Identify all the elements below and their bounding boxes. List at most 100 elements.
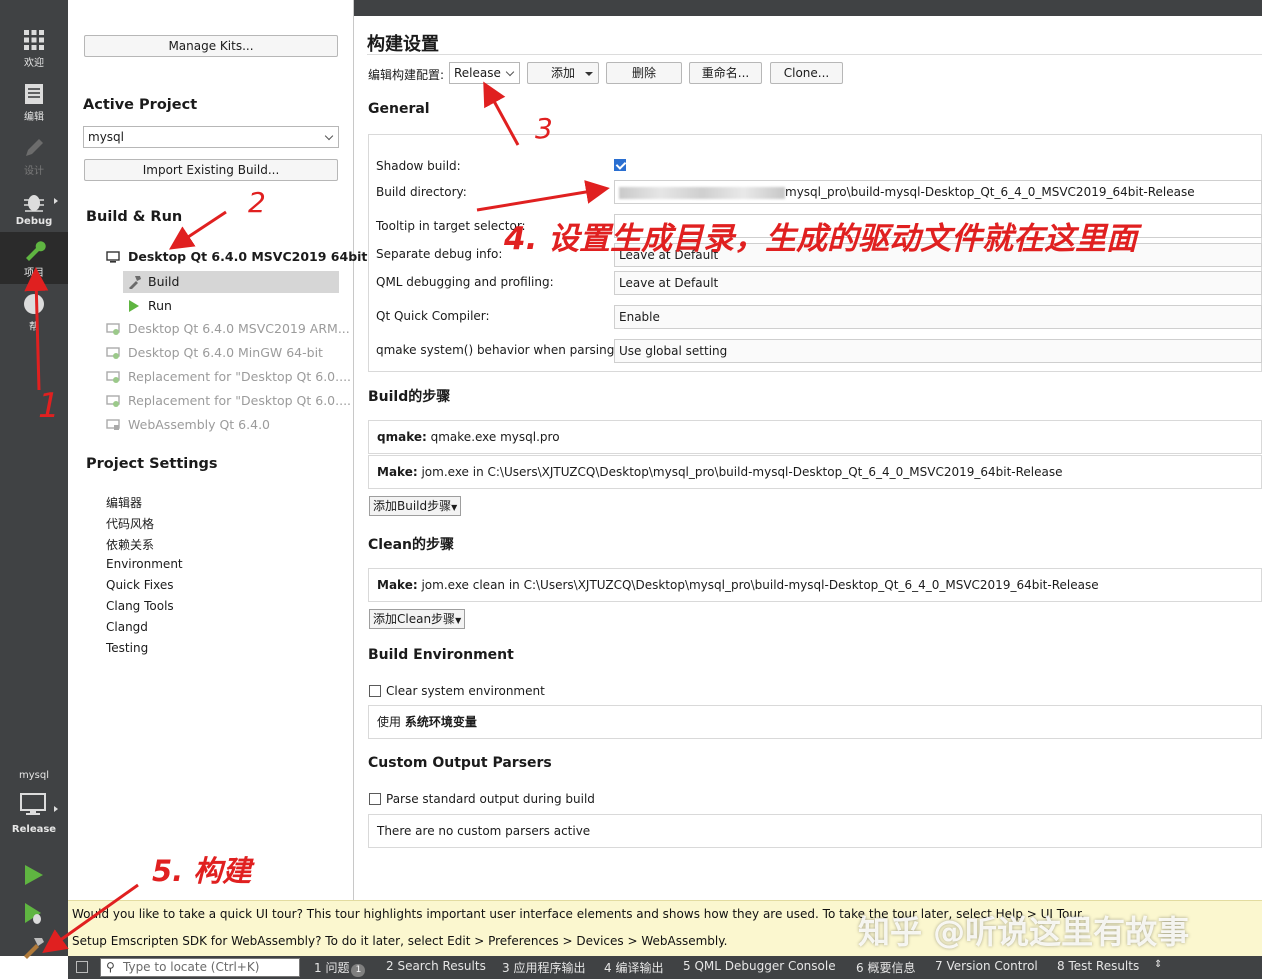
build-steps-title: Build的步骤 xyxy=(368,389,451,405)
mode-welcome-label: 欢迎 xyxy=(24,58,44,69)
shadow-build-checkbox[interactable] xyxy=(614,159,626,171)
settings-item-environment[interactable]: Environment xyxy=(106,557,183,571)
build-directory-value: mysql_pro\build-mysql-Desktop_Qt_6_4_0_M… xyxy=(785,185,1195,199)
kit-item-active[interactable]: Desktop Qt 6.4.0 MSVC2019 64bit xyxy=(106,249,367,264)
tab-test-results[interactable]: 8 Test Results xyxy=(1057,959,1139,973)
make-step[interactable]: Make: jom.exe in C:\Users\XJTUZCQ\Deskto… xyxy=(368,455,1262,489)
debug-run-icon[interactable] xyxy=(20,900,46,926)
qt-quick-compiler-select[interactable]: Enable xyxy=(614,305,1262,329)
build-config-select[interactable]: Release xyxy=(449,62,520,84)
run-label: Run xyxy=(148,298,172,313)
settings-item-clangd[interactable]: Clangd xyxy=(106,620,148,634)
tab-application-output[interactable]: 3 应用程序输出 xyxy=(502,959,585,976)
make-step-key: Make: xyxy=(377,465,418,479)
add-clean-step-button[interactable]: 添加Clean步骤▼ xyxy=(369,609,466,629)
search-icon: ⚲ xyxy=(106,960,115,974)
tab-issues[interactable]: 1 问题 1 xyxy=(314,959,366,977)
clone-config-button[interactable]: Clone... xyxy=(770,62,843,84)
project-pane: Manage Kits... Active Project mysql Impo… xyxy=(68,0,367,900)
settings-item-quick-fixes[interactable]: Quick Fixes xyxy=(106,578,173,592)
monitor-icon xyxy=(106,371,120,383)
dropdown-arrow-icon xyxy=(585,72,593,76)
locator-input[interactable]: ⚲ Type to locate (Ctrl+K) xyxy=(100,958,300,977)
kit-item-disabled[interactable]: Desktop Qt 6.4.0 MinGW 64-bit xyxy=(106,345,323,360)
status-bar: ⚲ Type to locate (Ctrl+K) 1 问题 1 2 Search… xyxy=(68,956,1262,979)
mode-welcome[interactable]: 欢迎 xyxy=(0,22,68,74)
tab-compile-output[interactable]: 4 编译输出 xyxy=(604,959,663,976)
qmake-step-key: qmake: xyxy=(377,430,427,444)
clear-environment-checkbox[interactable] xyxy=(369,685,381,697)
build-directory-label: Build directory: xyxy=(376,185,467,199)
general-title: General xyxy=(368,101,430,117)
monitor-icon xyxy=(106,347,120,359)
parse-output-checkbox[interactable] xyxy=(369,793,381,805)
custom-parsers-title: Custom Output Parsers xyxy=(368,755,552,771)
locator-placeholder: Type to locate (Ctrl+K) xyxy=(123,960,260,974)
mode-projects[interactable]: 项目 xyxy=(0,232,68,284)
mode-debug[interactable]: Debug xyxy=(0,184,68,236)
add-build-step-button[interactable]: 添加Build步骤▼ xyxy=(369,496,462,516)
kit-selector[interactable]: Release xyxy=(0,788,68,840)
run-icon[interactable] xyxy=(20,862,46,888)
kit-item-disabled[interactable]: WebAssembly Qt 6.4.0 xyxy=(106,417,270,432)
issues-count-badge: 1 xyxy=(351,964,366,977)
debug-expand-icon xyxy=(54,198,58,204)
clean-make-step[interactable]: Make: jom.exe clean in C:\Users\XJTUZCQ\… xyxy=(368,568,1262,602)
tree-item-run[interactable]: Run xyxy=(123,295,339,317)
custom-parsers-summary: There are no custom parsers active xyxy=(368,814,1262,848)
add-config-button[interactable]: 添加 xyxy=(527,62,599,84)
annotation-1: 1 xyxy=(38,386,60,426)
wrench-icon xyxy=(26,241,46,261)
kit-item-disabled[interactable]: Replacement for "Desktop Qt 6.0.... xyxy=(106,369,351,384)
settings-item-editor[interactable]: 编辑器 xyxy=(106,494,142,511)
kit-item-label: Replacement for "Desktop Qt 6.0.... xyxy=(128,369,352,384)
mode-help-label: 帮 xyxy=(29,322,39,333)
build-hammer-icon[interactable] xyxy=(20,934,46,960)
kit-expand-icon xyxy=(54,806,58,812)
mode-design[interactable]: 设计 xyxy=(0,130,68,182)
import-build-button[interactable]: Import Existing Build... xyxy=(84,159,338,181)
clean-step-key: Make: xyxy=(377,578,418,592)
annotation-3: 3 xyxy=(535,112,553,145)
more-tabs-icon[interactable]: ⇕ xyxy=(1154,959,1162,970)
delete-config-button[interactable]: 删除 xyxy=(606,62,682,84)
tree-item-build[interactable]: Build xyxy=(123,271,339,293)
kit-item-label: WebAssembly Qt 6.4.0 xyxy=(128,417,270,432)
settings-item-testing[interactable]: Testing xyxy=(106,641,148,655)
active-project-select[interactable]: mysql xyxy=(83,126,339,148)
tab-search-results[interactable]: 2 Search Results xyxy=(386,959,486,973)
mode-edit-label: 编辑 xyxy=(24,112,44,123)
qml-debug-select[interactable]: Leave at Default xyxy=(614,271,1262,295)
rename-config-button[interactable]: 重命名... xyxy=(689,62,762,84)
annotation-2: 2 xyxy=(248,186,266,219)
separate-debug-label: Separate debug info: xyxy=(376,247,503,261)
toggle-sidebar-icon[interactable] xyxy=(76,961,88,973)
help-icon xyxy=(24,294,44,314)
kit-item-label: Replacement for "Desktop Qt 6.0.... xyxy=(128,393,352,408)
kit-item-disabled[interactable]: Replacement for "Desktop Qt 6.0.... xyxy=(106,393,351,408)
mode-debug-label: Debug xyxy=(15,216,53,227)
tab-general-messages[interactable]: 6 概要信息 xyxy=(856,959,915,976)
mode-edit[interactable]: 编辑 xyxy=(0,76,68,128)
play-icon xyxy=(129,300,139,312)
qmake-system-select[interactable]: Use global setting xyxy=(614,339,1262,363)
qml-debug-label: QML debugging and profiling: xyxy=(376,275,554,289)
mode-sidebar: 欢迎 编辑 设计 Debug 项目 帮 mysql Release xyxy=(0,0,68,959)
monitor-icon xyxy=(106,395,120,407)
settings-item-clang-tools[interactable]: Clang Tools xyxy=(106,599,174,613)
manage-kits-button[interactable]: Manage Kits... xyxy=(84,35,338,57)
tab-version-control[interactable]: 7 Version Control xyxy=(935,959,1038,973)
environment-summary[interactable]: 使用 系统环境变量 xyxy=(368,705,1262,739)
qmake-step[interactable]: qmake: qmake.exe mysql.pro xyxy=(368,420,1262,454)
mode-help[interactable]: 帮 xyxy=(0,286,68,338)
project-settings-title: Project Settings xyxy=(86,456,218,472)
clear-environment-label: Clear system environment xyxy=(386,684,545,698)
build-run-title: Build & Run xyxy=(86,209,183,225)
build-directory-field[interactable]: mysql_pro\build-mysql-Desktop_Qt_6_4_0_M… xyxy=(614,180,1262,204)
emscripten-notice[interactable]: Setup Emscripten SDK for WebAssembly? To… xyxy=(72,934,727,948)
settings-item-dependencies[interactable]: 依赖关系 xyxy=(106,536,154,553)
tab-qml-debugger-console[interactable]: 5 QML Debugger Console xyxy=(683,959,836,973)
no-parsers-text: There are no custom parsers active xyxy=(377,824,591,838)
kit-item-disabled[interactable]: Desktop Qt 6.4.0 MSVC2019 ARM... xyxy=(106,321,350,336)
settings-item-code-style[interactable]: 代码风格 xyxy=(106,515,154,532)
